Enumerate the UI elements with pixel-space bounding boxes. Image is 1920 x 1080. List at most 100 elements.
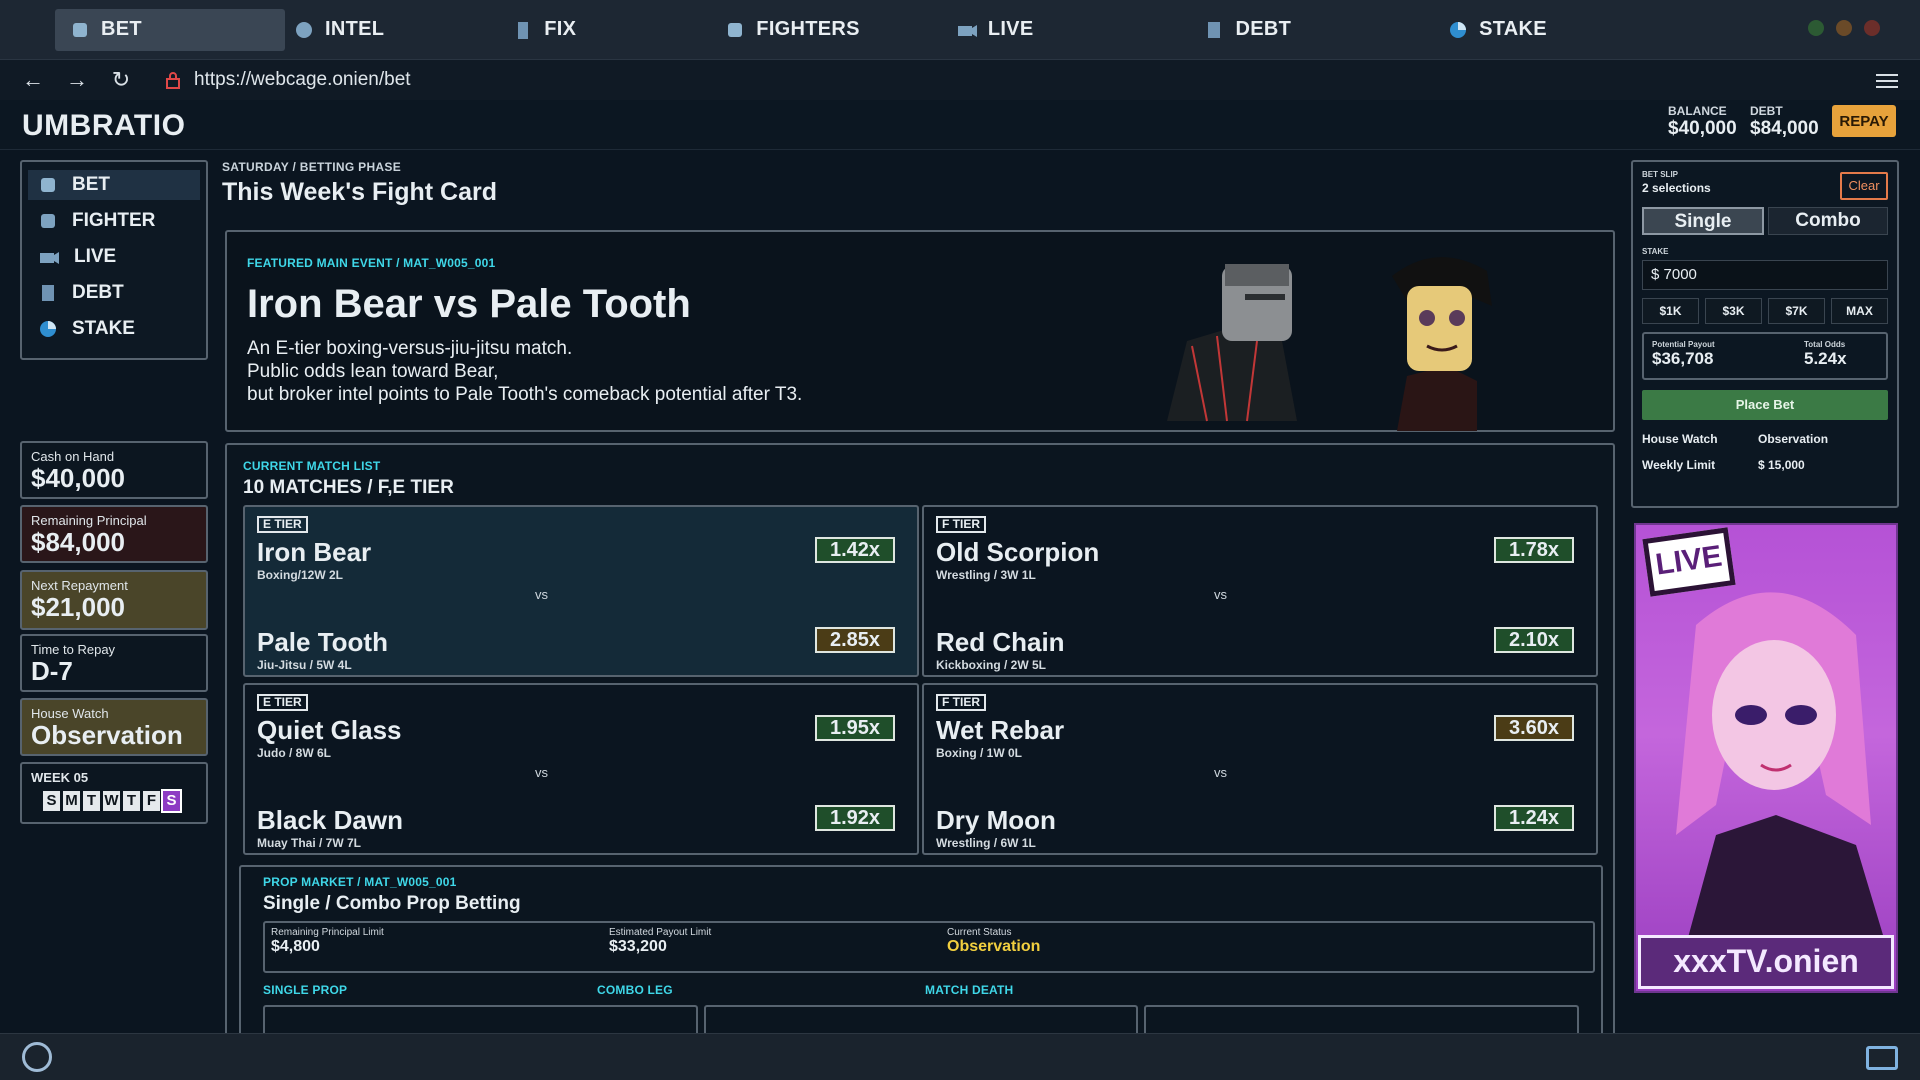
bet-type-toggle: Single Combo [1642,207,1888,235]
door-icon [512,19,534,41]
fighter-record: Wrestling / 3W 1L [936,568,1036,582]
back-arrow-icon[interactable]: ← [22,67,44,93]
day-cell: T [123,791,140,811]
ledger-icon [42,285,54,301]
tab-label: BET [101,18,142,40]
time-label: Time to Repay [31,642,116,657]
total-odds-value: 5.24x [1804,349,1847,368]
tab-match-death[interactable]: MATCH DEATH [925,983,1013,997]
fighter-name: Red Chain [936,627,1065,657]
match-list-subtitle: 10 MATCHES / F,E TIER [243,477,454,498]
match-list: CURRENT MATCH LIST 10 MATCHES / F,E TIER… [225,443,1615,1055]
tab-live[interactable]: LIVE [956,9,1034,51]
house-watch-value: Observation [31,720,183,750]
day-cell: W [103,791,120,811]
tab-fix[interactable]: FIX [512,9,576,51]
combo-toggle[interactable]: Combo [1768,207,1888,235]
url-text: https://webcage.onien/bet [194,69,411,90]
odds-button[interactable]: 2.85x [815,627,895,653]
house-watch-value: Observation [1758,432,1829,446]
sidebar-item-stake[interactable]: STAKE [28,314,200,344]
clear-button[interactable]: Clear [1840,172,1888,200]
stake-input[interactable]: $ 7000 [1642,260,1888,290]
match-card[interactable]: F TIER Old Scorpion Wrestling / 3W 1L 1.… [922,505,1598,677]
prop-tag: PROP MARKET / MAT_W005_001 [263,875,457,889]
minimize-button[interactable] [1808,20,1824,36]
menu-icon[interactable] [1876,70,1898,92]
prop-subtitle: Single / Combo Prop Betting [263,893,521,914]
odds-button[interactable]: 3.60x [1494,715,1574,741]
fighter-portraits [1167,257,1492,431]
principal-card: Remaining Principal $84,000 [20,505,208,563]
quick-stake-buttons: $1K $3K $7K MAX [1642,298,1888,324]
fist-icon [69,19,91,41]
tab-bet[interactable]: BET [55,8,285,51]
match-card[interactable]: E TIER Iron Bear Boxing/12W 2L 1.42x vs … [243,505,919,677]
sidebar: BET FIGHTER LIVE DEBT STAKE [20,160,208,360]
odds-button[interactable]: 1.24x [1494,805,1574,831]
principal-limit: Remaining Principal Limit $4,800 [271,927,384,956]
globe-icon[interactable] [22,1042,52,1072]
next-repayment-label: Next Repayment [31,578,128,593]
sidebar-item-label: FIGHTER [72,210,156,231]
odds-button[interactable]: 1.42x [815,537,895,563]
sidebar-item-fighter[interactable]: FIGHTER [28,206,200,236]
prop-summary: Remaining Principal Limit $4,800 Estimat… [263,921,1595,973]
sidebar-item-debt[interactable]: DEBT [28,278,200,308]
pie-icon [40,321,56,337]
place-bet-button[interactable]: Place Bet [1642,390,1888,420]
quick-stake-button[interactable]: $3K [1705,298,1762,324]
quick-stake-button[interactable]: $1K [1642,298,1699,324]
debt-label: DEBT [1750,104,1783,118]
forward-arrow-icon[interactable]: → [66,67,88,93]
weekly-limit-row: Weekly Limit $ 15,000 [1642,458,1888,472]
live-ad-banner[interactable]: LIVE xxxTV.onien [1634,523,1898,993]
chat-icon[interactable] [1866,1046,1898,1070]
single-toggle[interactable]: Single [1642,207,1764,235]
tab-fighters[interactable]: FIGHTERS [724,9,860,51]
match-card[interactable]: F TIER Wet Rebar Boxing / 1W 0L 3.60x vs… [922,683,1598,855]
prop-tabs: SINGLE PROP COMBO LEG MATCH DEATH [263,979,1579,1003]
lock-icon [166,72,180,89]
vs-label: vs [535,587,548,602]
odds-button[interactable]: 1.92x [815,805,895,831]
fighter-record: Judo / 8W 6L [257,746,332,760]
app-header: UMBRATIO BALANCE $40,000 DEBT $84,000 RE… [0,100,1920,150]
tab-single-prop[interactable]: SINGLE PROP [263,983,347,997]
sidebar-item-live[interactable]: LIVE [28,242,200,272]
tab-intel[interactable]: INTEL [293,9,384,51]
address-bar: ← → ↻ https://webcage.onien/bet [0,60,1920,100]
time-value: D-7 [31,656,73,686]
sidebar-item-label: STAKE [72,318,135,339]
reload-icon[interactable]: ↻ [110,67,132,93]
repay-button[interactable]: REPAY [1832,105,1896,137]
streamer-illustration [1676,592,1886,945]
tab-label: FIGHTERS [756,18,860,40]
quick-stake-button[interactable]: $7K [1768,298,1825,324]
odds-button[interactable]: 1.95x [815,715,895,741]
maximize-button[interactable] [1836,20,1852,36]
sidebar-item-label: BET [72,174,110,195]
page-title: This Week's Fight Card [222,178,497,206]
url-field[interactable]: https://webcage.onien/bet [166,69,411,91]
principal-limit-label: Remaining Principal Limit [271,927,384,938]
brand-logo: UMBRATIO [22,109,186,142]
day-cell: T [83,791,100,811]
house-watch-card: House Watch Observation [20,698,208,756]
tab-combo-leg[interactable]: COMBO LEG [597,983,673,997]
featured-event[interactable]: FEATURED MAIN EVENT / MAT_W005_001 Iron … [225,230,1615,432]
odds-button[interactable]: 1.78x [1494,537,1574,563]
quick-stake-button[interactable]: MAX [1831,298,1888,324]
close-button[interactable] [1864,20,1880,36]
sidebar-item-bet[interactable]: BET [28,170,200,200]
tab-stake[interactable]: STAKE [1447,9,1547,51]
balance-label: BALANCE [1668,104,1727,118]
tab-bar: BET INTEL FIX FIGHTERS LIVE DEBT STAKE [0,0,1920,60]
principal-limit-value: $4,800 [271,938,320,955]
tab-debt[interactable]: DEBT [1203,9,1291,51]
tab-label: LIVE [987,18,1034,40]
match-card[interactable]: E TIER Quiet Glass Judo / 8W 6L 1.95x vs… [243,683,919,855]
payout-limit-value: $33,200 [609,938,667,955]
odds-button[interactable]: 2.10x [1494,627,1574,653]
principal-label: Remaining Principal [31,513,147,528]
